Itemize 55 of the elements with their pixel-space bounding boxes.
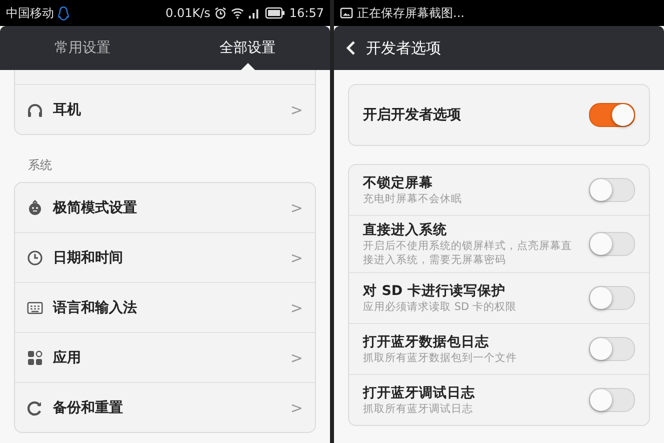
clock-time: 16:57 <box>289 6 324 20</box>
keyboard-icon <box>27 300 43 316</box>
toggle-switch[interactable] <box>589 178 635 202</box>
chevron: > <box>290 198 303 216</box>
row-label: 日期和时间 <box>53 248 124 266</box>
network-speed: 0.01K/s <box>166 6 210 20</box>
carrier-name: 中国移动 <box>6 4 54 22</box>
face-icon <box>27 200 43 216</box>
settings-row[interactable]: 日期和时间 > <box>15 233 315 283</box>
settings-row[interactable]: 耳机 > <box>15 84 315 134</box>
toggle-switch[interactable] <box>589 388 635 412</box>
row-label: 语言和输入法 <box>53 298 138 316</box>
notification-text: 正在保存屏幕截图... <box>357 4 464 22</box>
row-label: 应用 <box>53 348 82 366</box>
settings-row[interactable]: 语言和输入法 > <box>15 283 315 333</box>
toggle-switch[interactable] <box>589 103 635 127</box>
chevron: > <box>290 298 303 316</box>
chevron: > <box>290 398 303 416</box>
refresh-icon <box>27 400 43 416</box>
chevron: > <box>290 348 303 366</box>
option-title: 不锁定屏幕 <box>363 174 434 192</box>
option-description: 充电时屏幕不会休眠 <box>363 192 463 206</box>
settings-row[interactable]: 备份和重置 > <box>15 383 315 432</box>
alarm-icon <box>214 7 228 19</box>
option-description: 应用必须请求读取 SD 卡的权限 <box>363 300 518 315</box>
toggle-switch[interactable] <box>589 337 635 362</box>
settings-row[interactable]: 极简模式设置 > <box>15 183 315 233</box>
option-description: 抓取所有蓝牙数据包到一个文件 <box>363 352 518 366</box>
battery-icon <box>265 7 286 19</box>
option-title: 直接进入系统 <box>363 221 448 239</box>
row-label: 极简模式设置 <box>53 198 138 216</box>
apps-icon <box>27 350 43 366</box>
option-description: 抓取所有蓝牙调试日志 <box>363 402 474 417</box>
tab[interactable]: 常用设置 <box>0 26 165 70</box>
picture-icon <box>340 7 353 19</box>
settings-row[interactable]: 应用 > <box>15 333 315 383</box>
clock-icon <box>27 250 43 266</box>
section-header: 系统 <box>27 157 53 174</box>
row-label: 备份和重置 <box>53 398 124 416</box>
penguin-icon <box>58 6 69 20</box>
chevron: > <box>290 248 303 266</box>
option-title: 打开蓝牙数据包日志 <box>363 332 490 351</box>
toggle-switch[interactable] <box>589 286 635 310</box>
toggle-switch[interactable] <box>589 232 635 256</box>
chevron: > <box>290 100 303 118</box>
back-icon[interactable] <box>346 40 356 56</box>
tab[interactable]: 全部设置 <box>165 26 330 70</box>
option-title: 打开蓝牙调试日志 <box>363 384 476 402</box>
row-label: 耳机 <box>53 100 82 118</box>
wifi-icon <box>231 7 244 19</box>
option-title: 开启开发者选项 <box>363 106 462 124</box>
option-description: 开启后不使用系统的锁屏样式，点亮屏幕直接进入系统，需要无屏幕密码 <box>363 240 573 268</box>
option-title: 对 SD 卡进行读写保护 <box>363 282 506 300</box>
headphones-icon <box>27 102 43 118</box>
page-title: 开发者选项 <box>366 38 441 58</box>
